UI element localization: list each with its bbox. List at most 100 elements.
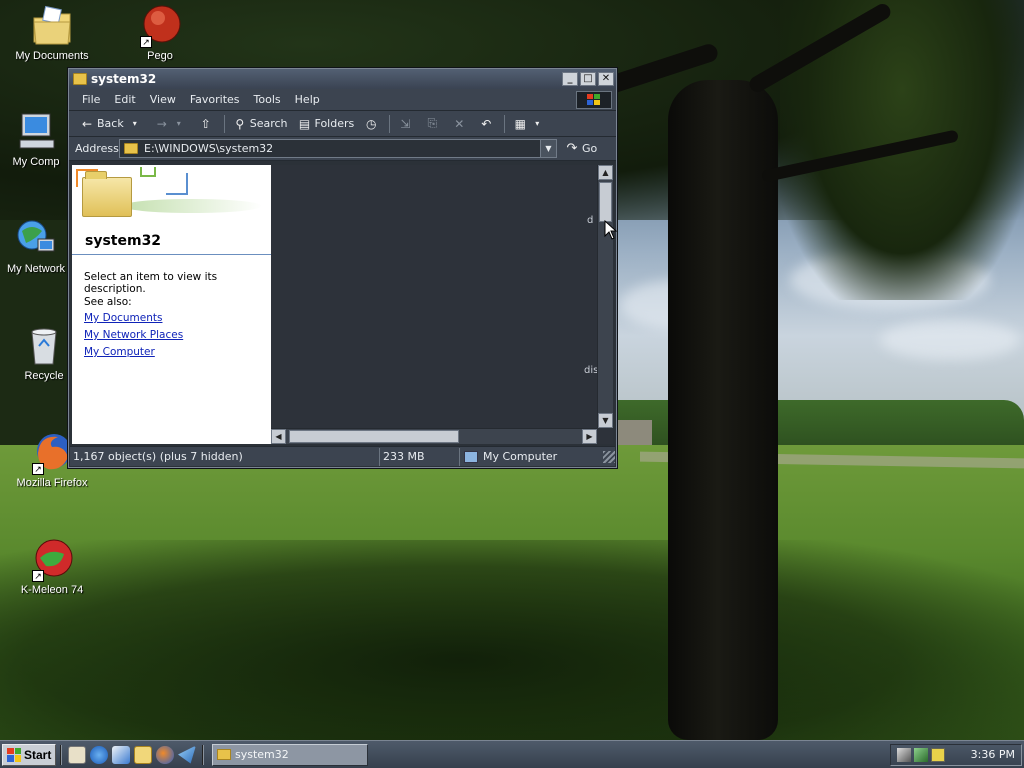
menu-bar: File Edit View Favorites Tools Help [69, 89, 616, 111]
search-button[interactable]: ⚲ Search [228, 113, 293, 135]
outlook-express-icon[interactable] [112, 745, 130, 764]
horizontal-scrollbar[interactable]: ◀ ▶ [271, 428, 597, 444]
menu-file[interactable]: File [75, 93, 107, 106]
scroll-right-button[interactable]: ▶ [582, 429, 597, 444]
file-list-area[interactable]: d dis ▲ ▼ ◀ ▶ [271, 165, 613, 444]
firefox-icon[interactable] [156, 745, 174, 764]
start-button[interactable]: Start [2, 743, 56, 766]
undo-button[interactable]: ↶ [474, 113, 501, 135]
scroll-up-button[interactable]: ▲ [598, 165, 613, 180]
link-my-computer[interactable]: My Computer [84, 346, 183, 363]
my-documents-icon [30, 4, 74, 48]
menu-view[interactable]: View [143, 93, 183, 106]
menu-favorites[interactable]: Favorites [183, 93, 247, 106]
show-desktop-icon[interactable] [68, 745, 86, 764]
computer-icon [464, 450, 478, 463]
window-title: system32 [91, 72, 157, 86]
network-icon[interactable] [897, 747, 911, 762]
address-bar: Address E:\WINDOWS\system32 ▼ ↷ Go [69, 137, 616, 161]
menu-tools[interactable]: Tools [247, 93, 288, 106]
vertical-scrollbar[interactable]: ▲ ▼ [597, 165, 613, 428]
status-location-label: My Computer [483, 450, 558, 463]
search-label: Search [249, 117, 288, 130]
recycle-bin-icon [22, 324, 66, 368]
scroll-down-button[interactable]: ▼ [598, 413, 613, 428]
horizontal-scroll-thumb[interactable] [289, 430, 459, 443]
address-value: E:\WINDOWS\system32 [144, 142, 274, 155]
scroll-left-button[interactable]: ◀ [271, 429, 286, 444]
shortcut-arrow-icon: ↗ [32, 463, 44, 475]
link-my-documents[interactable]: My Documents [84, 312, 183, 329]
system-tray: 3:36 PM [890, 743, 1022, 766]
go-button[interactable]: ↷ Go [565, 141, 598, 156]
close-button[interactable]: ✕ [598, 72, 614, 86]
chevron-down-icon: ▾ [535, 119, 540, 128]
vertical-scroll-thumb[interactable] [599, 182, 612, 222]
explorer-icon[interactable] [134, 745, 152, 764]
maximize-button[interactable]: □ [580, 72, 596, 86]
messenger-icon[interactable] [178, 745, 196, 764]
copy-to-button[interactable]: ⎘ [420, 113, 447, 135]
menu-edit[interactable]: Edit [107, 93, 142, 106]
decoration [166, 173, 188, 195]
history-button[interactable]: ◷ [359, 113, 386, 135]
forward-button[interactable]: → ▾ [150, 113, 194, 135]
shortcut-arrow-icon: ↗ [140, 36, 152, 48]
windows-flag-icon [7, 747, 21, 762]
my-network-places-icon [14, 217, 58, 261]
toolbar-separator [504, 114, 506, 133]
volume-icon[interactable] [931, 747, 945, 762]
internet-explorer-icon[interactable] [90, 745, 108, 764]
status-objects: 1,167 object(s) (plus 7 hidden) [70, 447, 380, 466]
desktop-icon-my-documents[interactable]: My Documents [2, 4, 102, 62]
back-button[interactable]: ← Back ▾ [75, 113, 150, 135]
delete-icon: ✕ [454, 116, 465, 131]
chevron-down-icon: ▾ [176, 119, 181, 128]
views-button[interactable]: ▦ ▾ [508, 113, 552, 135]
minimize-button[interactable]: _ [562, 72, 578, 86]
taskbar: Start system32 3:36 PM [0, 740, 1024, 768]
up-folder-button[interactable]: ⇧ [194, 113, 221, 135]
tasks-pane: system32 Select an item to view its desc… [72, 165, 271, 444]
desktop-icon-pego[interactable]: ↗ Pego [110, 4, 210, 62]
link-my-network-places[interactable]: My Network Places [84, 329, 183, 346]
safely-remove-hardware-icon[interactable] [914, 747, 928, 762]
go-label: Go [582, 142, 598, 155]
delete-button[interactable]: ✕ [447, 113, 474, 135]
explorer-window[interactable]: system32 _ □ ✕ File Edit View Favorites … [68, 68, 617, 468]
menu-help[interactable]: Help [288, 93, 327, 106]
file-name-fragment: d [587, 215, 594, 226]
shortcut-arrow-icon: ↗ [32, 570, 44, 582]
folders-icon: ▤ [298, 116, 311, 131]
start-label: Start [24, 747, 52, 762]
decoration [140, 167, 156, 177]
search-icon: ⚲ [235, 116, 245, 131]
wallpaper-tree-shadow [0, 540, 1024, 740]
move-to-button[interactable]: ⇲ [393, 113, 420, 135]
my-computer-icon [14, 110, 58, 154]
quick-launch-separator [202, 744, 204, 765]
toolbar-separator [223, 114, 225, 133]
back-label: Back [97, 117, 124, 130]
address-input[interactable]: E:\WINDOWS\system32 ▼ [119, 139, 557, 158]
window-titlebar[interactable]: system32 _ □ ✕ [69, 69, 616, 89]
copy-to-icon: ⎘ [427, 116, 438, 130]
see-also-links: My Documents My Network Places My Comput… [84, 312, 183, 363]
status-bar: 1,167 object(s) (plus 7 hidden) 233 MB M… [70, 446, 615, 466]
windows-flag-icon [576, 90, 612, 109]
address-dropdown-button[interactable]: ▼ [540, 140, 556, 157]
pego-icon: ↗ [138, 4, 182, 48]
taskbar-clock[interactable]: 3:36 PM [971, 748, 1015, 761]
desktop-icon-k-meleon[interactable]: ↗ K-Meleon 74 [2, 538, 102, 596]
folders-label: Folders [314, 117, 355, 130]
folders-button[interactable]: ▤ Folders [293, 113, 360, 135]
resize-grip[interactable] [603, 450, 615, 463]
status-size: 233 MB [380, 447, 460, 466]
move-to-icon: ⇲ [400, 116, 411, 131]
taskbar-button-system32[interactable]: system32 [212, 743, 368, 766]
tasks-pane-description: Select an item to view its description. [84, 271, 218, 295]
folder-icon [73, 73, 87, 85]
decoration [122, 199, 262, 213]
toolbar-separator [389, 114, 391, 133]
status-location: My Computer [460, 448, 600, 466]
